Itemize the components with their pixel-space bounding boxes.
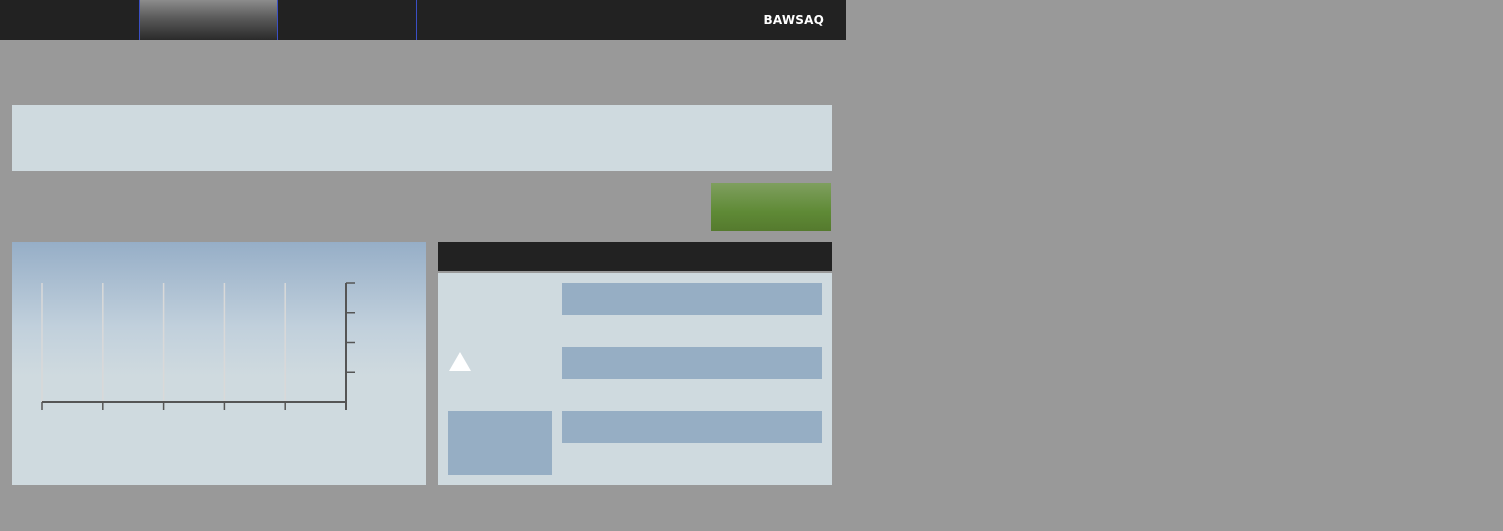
top-navigation-bar: BAWSAQ: [0, 0, 846, 40]
stock-chart: [41, 282, 355, 410]
nav-tab-1[interactable]: [0, 0, 139, 40]
triangle-up-icon: [449, 352, 471, 371]
detail-field-2: [562, 347, 822, 379]
info-banner: [12, 105, 832, 171]
detail-field-3: [562, 411, 822, 443]
bawsaq-logo: BAWSAQ: [763, 13, 824, 27]
green-action-button[interactable]: [711, 183, 831, 231]
nav-tab-3[interactable]: [278, 0, 417, 40]
detail-header: [438, 242, 832, 273]
app-window: BAWSAQ: [0, 0, 1503, 531]
stock-chart-panel: [12, 242, 426, 485]
detail-field-1: [562, 283, 822, 315]
stock-detail-panel: [438, 242, 832, 485]
stock-thumbnail-placeholder: [448, 411, 552, 475]
nav-tab-2-active[interactable]: [139, 0, 278, 40]
